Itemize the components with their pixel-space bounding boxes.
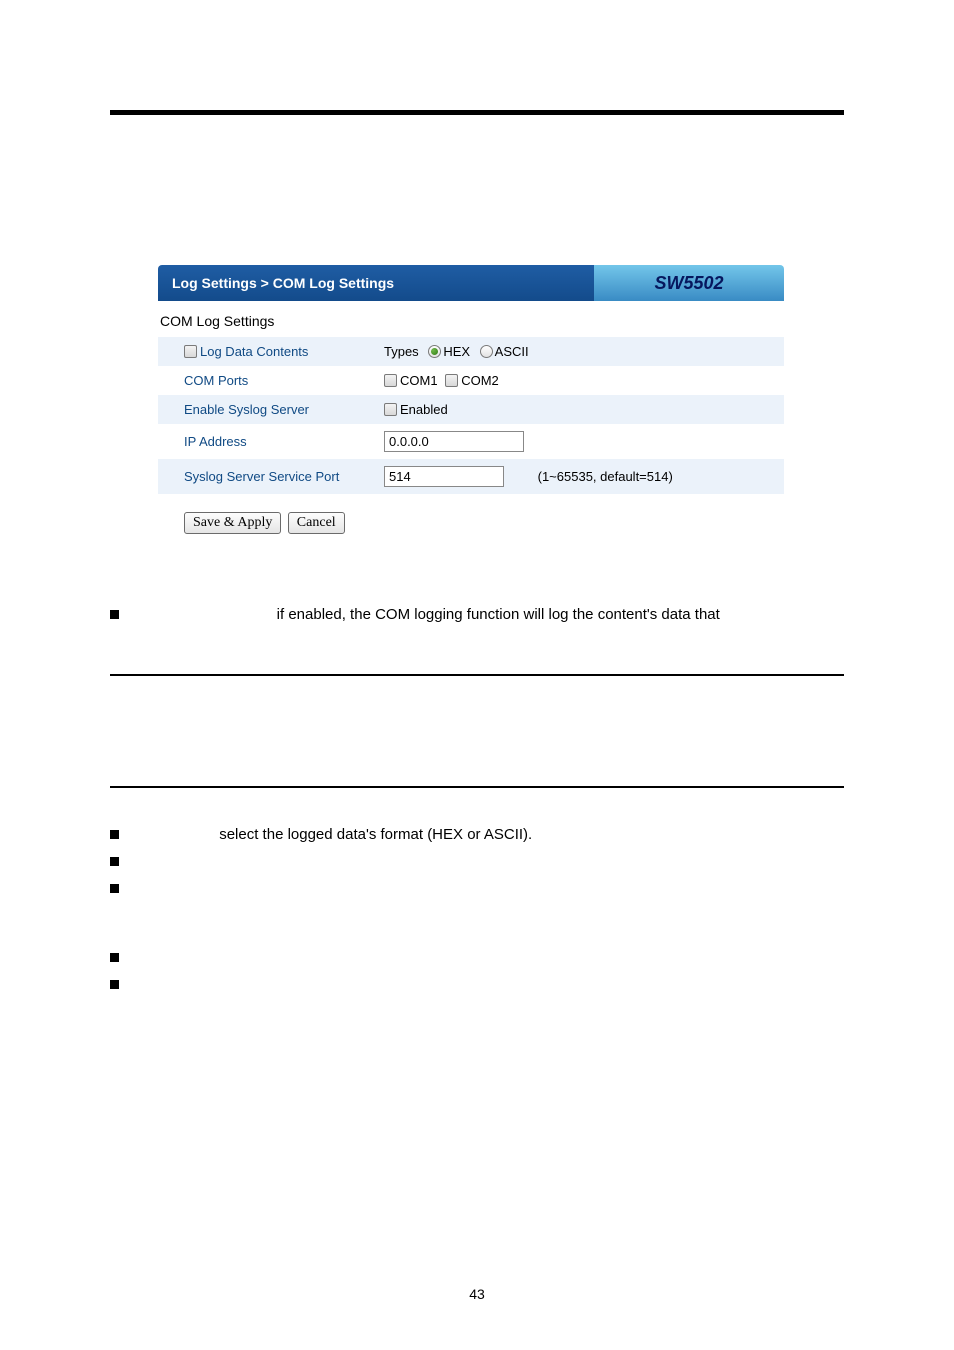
bullet-2: Data types, select the logged data's for…: [110, 824, 844, 845]
between-line-b: send out the stored data to the Log Even…: [110, 733, 844, 754]
radio-ascii[interactable]: [480, 345, 493, 358]
row-ip-address: IP Address 0.0.0.0: [158, 424, 784, 459]
bullet-1-rest: if enabled, the COM logging function wil…: [273, 606, 720, 623]
button-row: Save & Apply Cancel: [184, 512, 784, 534]
section-title: COM Log Settings: [160, 313, 784, 329]
bullet-icon: [110, 953, 119, 962]
com-ports-label: COM Ports: [158, 366, 358, 395]
breadcrumb: Log Settings > COM Log Settings: [158, 265, 594, 301]
radio-ascii-label: ASCII: [495, 344, 529, 359]
mid-rule-2: [110, 786, 844, 788]
bullet-icon: [110, 857, 119, 866]
page-number: 43: [0, 1286, 954, 1302]
bullet-icon: [110, 610, 119, 619]
config-screenshot: Log Settings > COM Log Settings SW5502 C…: [158, 265, 784, 534]
row-enable-syslog: Enable Syslog Server Enabled: [158, 395, 784, 424]
bullet-6: Syslog Server Service Port, Please speci…: [110, 974, 844, 1016]
header-band: Log Settings > COM Log Settings SW5502: [158, 265, 784, 301]
types-label: Types: [384, 344, 419, 359]
ip-label: IP Address: [158, 424, 358, 459]
bullet-4a: Enable Syslog Server, enabling this opti…: [135, 878, 844, 899]
bullet-4b: remote Syslog server. It is possible to …: [135, 899, 844, 920]
top-rule: [110, 110, 844, 115]
enabled-checkbox[interactable]: [384, 403, 397, 416]
bullet-3-text: COM ports, select the ports to log.: [135, 851, 844, 872]
bullet-4: Enable Syslog Server, enabling this opti…: [110, 878, 844, 941]
ip-input[interactable]: 0.0.0.0: [384, 431, 524, 452]
com1-checkbox[interactable]: [384, 374, 397, 387]
row-syslog-port: Syslog Server Service Port 514 (1~65535,…: [158, 459, 784, 494]
bullet-6a: Syslog Server Service Port, Please speci…: [135, 974, 844, 995]
com2-label: COM2: [461, 373, 499, 388]
bullet-1-lead: Log Data Contents,: [135, 606, 273, 623]
syslog-port-input[interactable]: 514: [384, 466, 504, 487]
mid-rule-1: [110, 674, 844, 676]
row-com-ports: COM Ports COM1 COM2: [158, 366, 784, 395]
bullet-6b: 514): [135, 995, 844, 1016]
bullet-1: Log Data Contents, if enabled, the COM l…: [110, 604, 844, 646]
bullet-2-rest: select the logged data's format (HEX or …: [219, 826, 532, 843]
cancel-button[interactable]: Cancel: [288, 512, 345, 534]
bullet-1-more: is being transmitted and received in raw…: [135, 625, 844, 646]
bullet-icon: [110, 830, 119, 839]
row-log-data: Log Data Contents Types HEX ASCII: [158, 337, 784, 366]
bullet-icon: [110, 980, 119, 989]
enabled-label: Enabled: [400, 402, 448, 417]
syslog-port-label: Syslog Server Service Port: [158, 459, 358, 494]
syslog-port-hint: (1~65535, default=514): [538, 469, 673, 484]
bullet-3: COM ports, select the ports to log.: [110, 851, 844, 872]
between-line-a: COM logging function will store(buffer) …: [110, 708, 844, 729]
brand-label: SW5502: [594, 265, 784, 301]
bullet-5: IP Address, Please specify the remote Sy…: [110, 947, 844, 968]
log-data-checkbox[interactable]: [184, 345, 197, 358]
com1-label: COM1: [400, 373, 438, 388]
radio-hex[interactable]: [428, 345, 441, 358]
bullet-2-lead: Data types,: [135, 826, 219, 843]
body-text: Log Data Contents, if enabled, the COM l…: [110, 604, 844, 1016]
bullet-4c: previously for event logging.: [135, 920, 844, 941]
settings-table: Log Data Contents Types HEX ASCII COM Po…: [158, 337, 784, 494]
bullet-5-text: IP Address, Please specify the remote Sy…: [135, 947, 844, 968]
save-apply-button[interactable]: Save & Apply: [184, 512, 281, 534]
bullet-icon: [110, 884, 119, 893]
log-data-label: Log Data Contents: [200, 344, 308, 359]
radio-hex-label: HEX: [443, 344, 470, 359]
com2-checkbox[interactable]: [445, 374, 458, 387]
enable-syslog-label: Enable Syslog Server: [158, 395, 358, 424]
